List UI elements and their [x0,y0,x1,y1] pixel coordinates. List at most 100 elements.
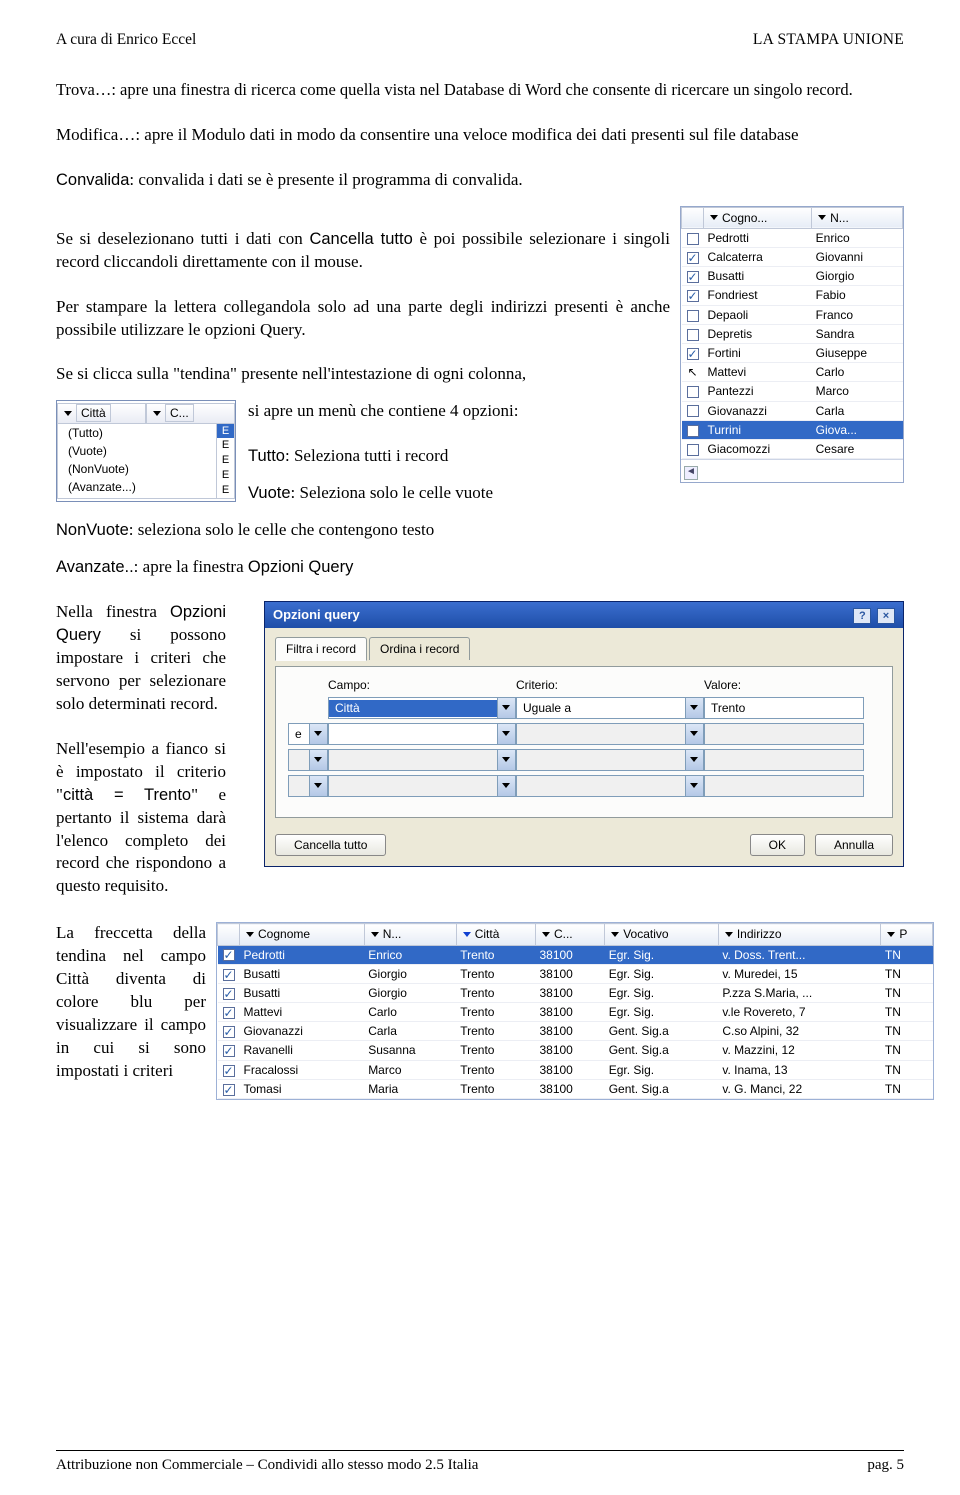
col-citta[interactable]: Città [456,924,535,945]
row-check[interactable] [218,1003,240,1022]
dd-item[interactable]: (Avanzate...) [58,478,216,496]
checkbox[interactable] [223,949,235,961]
combo-andor-3[interactable] [288,749,328,771]
dd-item[interactable]: (NonVuote) [58,460,216,478]
chevron-down-icon[interactable] [371,932,379,937]
dd-item[interactable]: (Tutto) [58,424,216,442]
chevron-down-icon[interactable] [463,932,471,937]
col-n[interactable]: N... [364,924,456,945]
checkbox[interactable] [687,233,699,245]
checkbox[interactable] [687,444,699,456]
row-check[interactable] [218,1079,240,1098]
combo-campo-4[interactable] [328,775,516,797]
table-row[interactable]: RavanelliSusannaTrento38100Gent. Sig.av.… [218,1041,933,1060]
combo-crit-1[interactable]: Uguale a [516,697,704,719]
row-check[interactable] [682,228,704,247]
table-row[interactable]: DepaoliFranco [682,305,903,324]
table-row[interactable]: CalcaterraGiovanni [682,248,903,267]
checkbox[interactable] [223,1084,235,1096]
input-valore-2[interactable] [704,723,864,745]
scroll-left-icon[interactable]: ◄ [684,466,698,480]
row-check[interactable] [682,286,704,305]
combo-campo-3[interactable] [328,749,516,771]
input-valore-3[interactable] [704,749,864,771]
table-row[interactable]: GiovanazziCarlaTrento38100Gent. Sig.aC.s… [218,1022,933,1041]
col-check[interactable] [682,207,704,228]
combo-crit-4[interactable] [516,775,704,797]
col-vocativo[interactable]: Vocativo [605,924,719,945]
col-indirizzo[interactable]: Indirizzo [718,924,881,945]
row-check[interactable] [218,1060,240,1079]
dd-item[interactable]: (Vuote) [58,442,216,460]
row-check[interactable] [682,439,704,458]
chevron-down-icon[interactable] [818,215,826,220]
checkbox[interactable] [687,405,699,417]
row-check[interactable] [682,344,704,363]
cancella-tutto-button[interactable]: Cancella tutto [275,834,386,856]
combo-campo-1[interactable]: Città [328,697,516,719]
checkbox[interactable] [687,386,699,398]
table-row[interactable]: ↖MatteviCarlo [682,363,903,382]
tab-filtra[interactable]: Filtra i record [275,637,367,661]
checkbox[interactable] [687,310,699,322]
input-valore-1[interactable]: Trento [704,697,864,719]
table-row[interactable]: BusattiGiorgio [682,267,903,286]
row-check[interactable] [682,267,704,286]
checkbox[interactable] [687,329,699,341]
close-button[interactable]: × [877,608,895,624]
row-check[interactable]: ↖ [682,363,704,382]
checkbox[interactable] [223,1026,235,1038]
annulla-button[interactable]: Annulla [815,834,893,856]
row-check[interactable] [682,248,704,267]
chevron-down-icon[interactable] [611,932,619,937]
chevron-down-icon[interactable] [246,932,254,937]
row-check[interactable] [682,420,704,439]
col-n[interactable]: N... [812,207,903,228]
row-check[interactable] [218,1041,240,1060]
dd-col-citta[interactable]: Città [57,403,146,423]
table-row[interactable]: BusattiGiorgioTrento38100Egr. Sig.P.zza … [218,983,933,1002]
table-row[interactable]: GiovanazziCarla [682,401,903,420]
checkbox[interactable] [223,1045,235,1057]
chevron-down-icon[interactable] [64,411,72,416]
result-grid[interactable]: Cognome N... Città C... Vocativo Indiriz… [216,922,934,1100]
checkbox[interactable] [223,1065,235,1077]
table-row[interactable]: GiacomozziCesare [682,439,903,458]
table-row[interactable]: PedrottiEnricoTrento38100Egr. Sig.v. Dos… [218,945,933,964]
checkbox[interactable] [223,1007,235,1019]
input-valore-4[interactable] [704,775,864,797]
table-row[interactable]: FondriestFabio [682,286,903,305]
row-check[interactable] [218,1022,240,1041]
checkbox[interactable] [687,425,699,437]
col-cognome[interactable]: Cognome [240,924,365,945]
table-row[interactable]: MatteviCarloTrento38100Egr. Sig.v.le Rov… [218,1003,933,1022]
chevron-down-icon[interactable] [710,215,718,220]
checkbox[interactable] [687,290,699,302]
dropdown-menu[interactable]: Città C... (Tutto) (Vuote) (NonVuote) (A… [56,400,236,501]
table-row[interactable]: TurriniGiova... [682,420,903,439]
row-check[interactable] [682,324,704,343]
table-row[interactable]: PantezziMarco [682,382,903,401]
row-check[interactable] [218,983,240,1002]
row-check[interactable] [218,945,240,964]
chevron-down-icon[interactable] [542,932,550,937]
col-p[interactable]: P [881,924,933,945]
table-row[interactable]: FortiniGiuseppe [682,344,903,363]
row-check[interactable] [218,964,240,983]
table-row[interactable]: DepretisSandra [682,324,903,343]
combo-crit-3[interactable] [516,749,704,771]
checkbox[interactable] [687,348,699,360]
combo-andor-4[interactable] [288,775,328,797]
checkbox[interactable] [687,271,699,283]
row-check[interactable] [682,382,704,401]
checkbox[interactable] [687,252,699,264]
dd-col-c[interactable]: C... [146,403,235,423]
tab-ordina[interactable]: Ordina i record [369,637,470,660]
checkbox[interactable] [223,969,235,981]
chevron-down-icon[interactable] [153,411,161,416]
combo-crit-2[interactable] [516,723,704,745]
help-button[interactable]: ? [853,608,871,624]
ok-button[interactable]: OK [750,834,805,856]
table-row[interactable]: BusattiGiorgioTrento38100Egr. Sig.v. Mur… [218,964,933,983]
row-check[interactable] [682,401,704,420]
